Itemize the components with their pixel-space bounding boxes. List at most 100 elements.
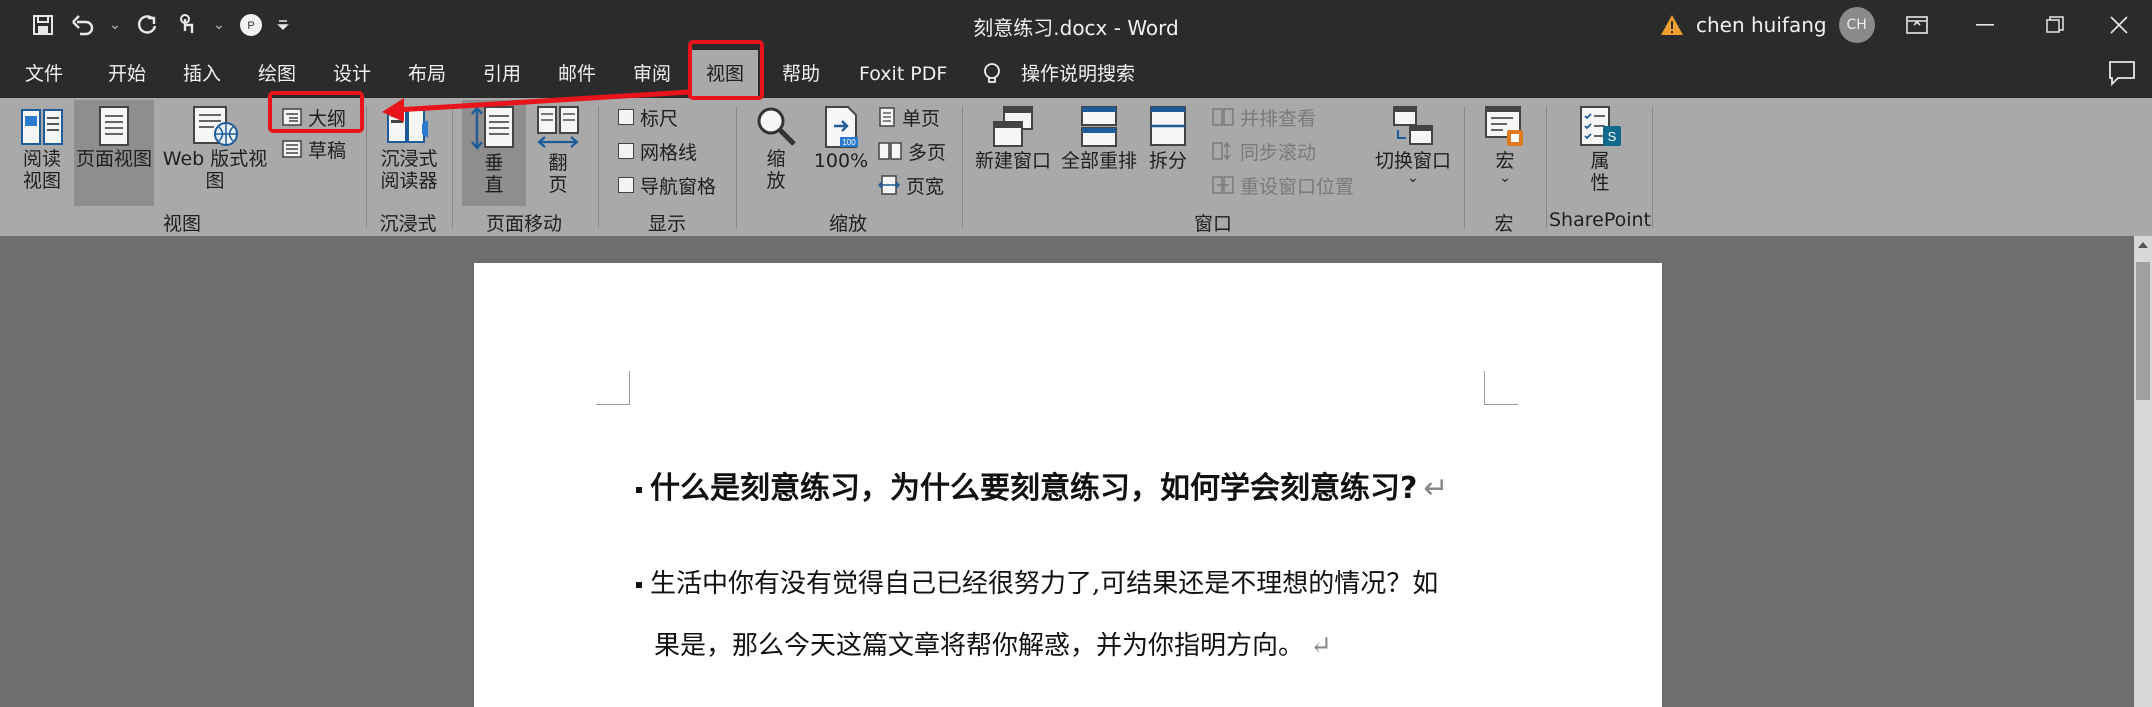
- page-width-label: 页宽: [906, 175, 945, 198]
- navigation-pane-checkbox[interactable]: 导航窗格: [618, 170, 716, 200]
- gridlines-label: 网格线: [640, 141, 698, 164]
- touch-dropdown-icon[interactable]: ⌄: [212, 10, 226, 40]
- gridlines-checkbox[interactable]: 网格线: [618, 136, 697, 166]
- account-area[interactable]: chen huifang CH: [1660, 7, 1875, 43]
- warning-icon[interactable]: [1660, 14, 1684, 36]
- draft-label: 草稿: [308, 139, 347, 162]
- document-heading[interactable]: 什么是刻意练习，为什么要刻意练习，如何学会刻意练习? ↵: [636, 463, 1449, 507]
- reset-window-icon: [1212, 176, 1234, 194]
- window-group-label: 窗口: [1193, 213, 1232, 235]
- print-layout-label: 页面视图: [75, 148, 152, 170]
- zoom-100-label: 100%: [813, 150, 869, 172]
- tab-insert[interactable]: 插入: [183, 60, 221, 88]
- ruler-check-box[interactable]: [618, 109, 634, 125]
- macros-button[interactable]: 宏 ⌄: [1474, 104, 1536, 185]
- tab-layout[interactable]: 布局: [408, 60, 446, 88]
- paragraph-text-2: 果是，那么今天这篇文章将帮你解惑，并为你指明方向。: [654, 631, 1305, 661]
- read-mode-button[interactable]: 阅读 视图: [10, 104, 74, 192]
- sharepoint-group-label: SharePoint: [1548, 209, 1651, 231]
- zoom-icon: [757, 107, 796, 146]
- page-movement-group-label: 页面移动: [485, 213, 562, 235]
- tab-help[interactable]: 帮助: [782, 60, 820, 88]
- immersive-group-label: 沉浸式: [379, 213, 437, 235]
- new-window-button[interactable]: 新建窗口: [972, 104, 1054, 172]
- read-mode-label-1: 阅读: [22, 148, 61, 170]
- ribbon-display-options-icon[interactable]: [1882, 0, 1952, 50]
- switch-windows-button[interactable]: 切换窗口 ⌄: [1370, 104, 1456, 186]
- tab-references[interactable]: 引用: [483, 60, 521, 88]
- properties-button[interactable]: S 属 性: [1564, 104, 1636, 194]
- macros-group-label: 宏: [1494, 213, 1514, 235]
- crop-mark-right: [1484, 371, 1518, 405]
- vertical-scroll-icon: [471, 106, 514, 150]
- reset-window-position-button[interactable]: 重设窗口位置: [1212, 170, 1354, 200]
- new-window-icon: [993, 106, 1033, 147]
- tab-design[interactable]: 设计: [333, 60, 371, 88]
- page-width-button[interactable]: 页宽: [878, 170, 944, 200]
- comments-icon[interactable]: [2108, 60, 2136, 86]
- scroll-up-icon[interactable]: [2134, 236, 2152, 254]
- multiple-pages-button[interactable]: 多页: [878, 136, 946, 166]
- one-page-button[interactable]: 单页: [878, 102, 940, 132]
- arrange-all-button[interactable]: 全部重排: [1058, 104, 1140, 172]
- lightbulb-icon[interactable]: [982, 62, 1002, 90]
- close-icon[interactable]: [2084, 0, 2152, 50]
- title-bar: ⌄ ⌄ P 刻意练习.docx - Word chen huifang CH: [0, 0, 2152, 50]
- multiple-pages-label: 多页: [908, 141, 947, 164]
- zoom-100-button[interactable]: 100 100%: [810, 104, 872, 172]
- ruler-checkbox[interactable]: 标尺: [618, 102, 678, 132]
- immersive-reader-label-2: 阅读器: [380, 170, 438, 192]
- user-name[interactable]: chen huifang: [1696, 13, 1827, 37]
- paragraph-line-2[interactable]: 果是，那么今天这篇文章将帮你解惑，并为你指明方向。 ↵: [654, 625, 1332, 662]
- views-group-label: 视图: [162, 213, 201, 235]
- scrollbar-thumb[interactable]: [2136, 262, 2150, 400]
- macros-label: 宏: [1495, 150, 1515, 172]
- read-mode-label-2: 视图: [22, 170, 61, 192]
- tab-home[interactable]: 开始: [108, 60, 146, 88]
- undo-icon[interactable]: [68, 10, 98, 40]
- customize-qat-icon[interactable]: [276, 10, 290, 40]
- web-layout-button[interactable]: Web 版式视图: [156, 104, 274, 192]
- multiple-pages-icon: [878, 142, 902, 160]
- tell-me-search[interactable]: 操作说明搜索: [1021, 60, 1135, 88]
- svg-text:100: 100: [842, 138, 856, 147]
- tab-draw[interactable]: 绘图: [258, 60, 296, 88]
- navigation-pane-check-box[interactable]: [618, 177, 634, 193]
- split-button[interactable]: 拆分: [1144, 104, 1192, 172]
- gridlines-check-box[interactable]: [618, 143, 634, 159]
- page-width-icon: [878, 175, 900, 195]
- restore-icon[interactable]: [2020, 0, 2090, 50]
- immersive-reader-icon: [387, 109, 428, 143]
- side-to-side-button[interactable]: 翻 页: [530, 104, 586, 196]
- foxit-icon[interactable]: P: [236, 10, 266, 40]
- tab-foxit-pdf[interactable]: Foxit PDF: [859, 60, 947, 88]
- paragraph-mark: ↵: [1310, 631, 1332, 661]
- save-icon[interactable]: [28, 10, 58, 40]
- view-side-by-side-label: 并排查看: [1240, 107, 1317, 130]
- paragraph-line-1[interactable]: 生活中你有没有觉得自己已经很努力了,可结果还是不理想的情况？如: [636, 563, 1438, 600]
- ribbon-divider: [1546, 106, 1547, 228]
- redo-icon[interactable]: [132, 10, 162, 40]
- switch-windows-dropdown-icon: ⌄: [1407, 170, 1419, 186]
- vertical-button[interactable]: 垂 直: [462, 100, 526, 206]
- minimize-icon[interactable]: [1950, 0, 2020, 50]
- view-side-by-side-button[interactable]: 并排查看: [1212, 102, 1316, 132]
- side-to-side-label-1: 翻: [548, 152, 568, 174]
- draft-button[interactable]: 草稿: [282, 134, 346, 164]
- synchronous-scrolling-button[interactable]: 同步滚动: [1212, 136, 1316, 166]
- zoom-button[interactable]: 缩 放: [748, 104, 804, 192]
- avatar[interactable]: CH: [1838, 7, 1875, 43]
- immersive-reader-button[interactable]: 沉浸式 阅读器: [374, 104, 444, 192]
- tab-mailings[interactable]: 邮件: [558, 60, 596, 88]
- tab-file[interactable]: 文件: [25, 60, 63, 88]
- vertical-scrollbar[interactable]: [2134, 236, 2152, 707]
- read-mode-icon: [21, 109, 63, 145]
- print-layout-button[interactable]: 页面视图: [74, 100, 154, 206]
- undo-dropdown-icon[interactable]: ⌄: [108, 10, 122, 40]
- touch-mode-icon[interactable]: [172, 10, 202, 40]
- tab-review[interactable]: 审阅: [633, 60, 671, 88]
- document-page[interactable]: 什么是刻意练习，为什么要刻意练习，如何学会刻意练习? ↵ 生活中你有没有觉得自己已…: [474, 263, 1662, 707]
- reset-window-position-label: 重设窗口位置: [1240, 175, 1355, 198]
- show-group-label: 显示: [647, 213, 686, 235]
- web-layout-label: Web 版式视图: [162, 148, 268, 192]
